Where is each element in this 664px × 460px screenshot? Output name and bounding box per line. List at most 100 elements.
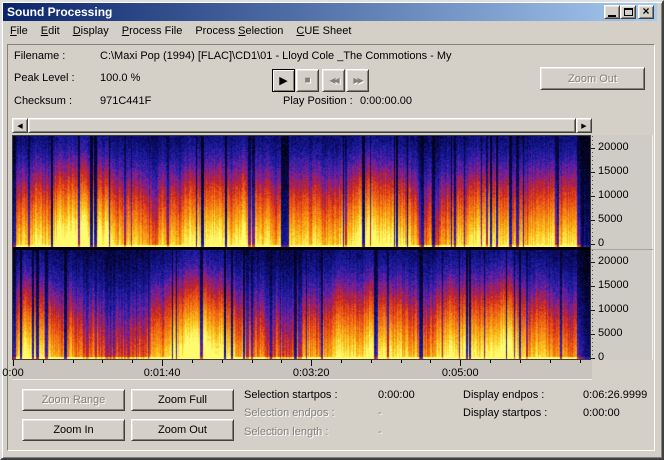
time-tick xyxy=(191,360,193,363)
selection-startpos-value: 0:00:00 xyxy=(378,389,415,401)
window-buttons: × xyxy=(604,5,654,19)
stop-icon: ■ xyxy=(304,75,311,86)
scroll-right-icon: ▶ xyxy=(581,122,587,130)
time-tick xyxy=(281,360,283,363)
zoom-full-button[interactable]: Zoom Full xyxy=(131,389,234,411)
time-tick xyxy=(311,360,313,366)
menu-item-file[interactable]: File xyxy=(10,25,28,37)
freq-axis-separator xyxy=(591,249,653,250)
selection-endpos-label: Selection endpos : xyxy=(244,407,335,419)
spectrogram-channel-2[interactable] xyxy=(13,250,590,359)
time-tick xyxy=(221,360,223,363)
freq-tick-line-ch2 xyxy=(592,250,593,359)
time-tick xyxy=(519,360,521,363)
freq-label-ch1: 5000 xyxy=(598,213,623,225)
menu-bar: File Edit Display Process File Process Selec… xyxy=(3,22,657,40)
spectrogram-box xyxy=(12,135,591,360)
time-label: 0:01:40 xyxy=(143,367,181,379)
fast-forward-icon: ▶▶ xyxy=(353,76,363,85)
h-scrollbar: ◀ ▶ xyxy=(12,118,592,133)
time-tick xyxy=(549,360,551,363)
filename-label: Filename : xyxy=(14,50,66,62)
close-button[interactable]: × xyxy=(638,5,654,19)
time-tick xyxy=(400,360,402,363)
rewind-button[interactable]: ◀◀ xyxy=(322,69,345,92)
time-tick xyxy=(42,360,44,363)
rewind-icon: ◀◀ xyxy=(329,76,339,85)
time-label: 0:05:00 xyxy=(441,367,479,379)
zoom-out-top-label: Zoom Out xyxy=(568,72,617,85)
maximize-icon xyxy=(623,8,633,16)
selection-length-label: Selection length : xyxy=(244,426,329,438)
freq-tick-ch1 xyxy=(591,220,595,221)
time-tick xyxy=(460,360,462,366)
time-tick xyxy=(370,360,372,363)
freq-tick-ch2 xyxy=(591,334,595,335)
time-label: 0:00 xyxy=(2,367,24,379)
menu-item-process-selection[interactable]: Process Selection xyxy=(195,25,283,37)
filename-value: C:\Maxi Pop (1994) [FLAC]\CD1\01 - Lloyd… xyxy=(100,50,452,62)
time-axis: 0:00 0:01:40 0:03:20 0:05:00 xyxy=(2,360,592,380)
freq-label-ch1: 15000 xyxy=(598,165,629,177)
zoom-range-button[interactable]: Zoom Range xyxy=(22,389,125,411)
time-tick xyxy=(72,360,74,363)
zoom-in-label: Zoom In xyxy=(53,424,94,436)
selection-length-value: - xyxy=(378,426,382,438)
play-button[interactable]: ▶ xyxy=(272,69,295,92)
peak-level-value: 100.0 % xyxy=(100,72,141,84)
time-tick xyxy=(579,360,581,363)
time-tick xyxy=(132,360,134,363)
window-title: Sound Processing xyxy=(7,5,113,19)
scroll-right-button[interactable]: ▶ xyxy=(576,118,592,133)
time-label: 0:03:20 xyxy=(292,367,330,379)
freq-tick-ch2 xyxy=(591,310,595,311)
minimize-icon xyxy=(608,14,616,17)
menu-item-edit[interactable]: Edit xyxy=(41,25,60,37)
freq-label-ch2: 5000 xyxy=(598,327,623,339)
peak-level-label: Peak Level : xyxy=(14,72,75,84)
scroll-left-button[interactable]: ◀ xyxy=(12,118,28,133)
freq-tick-ch1 xyxy=(591,172,595,173)
freq-label-ch1: 10000 xyxy=(598,189,629,201)
menu-item-process-file[interactable]: Process File xyxy=(122,25,183,37)
zoom-full-label: Zoom Full xyxy=(158,394,207,406)
freq-label-ch2: 15000 xyxy=(598,279,629,291)
close-icon: × xyxy=(642,4,650,18)
spectrogram-channel-1[interactable] xyxy=(13,136,590,247)
play-position-label: Play Position : xyxy=(283,95,353,107)
selection-startpos-label: Selection startpos : xyxy=(244,389,338,401)
zoom-out-button[interactable]: Zoom Out xyxy=(131,419,234,441)
freq-label-ch2: 0 xyxy=(598,351,605,363)
title-bar[interactable]: Sound Processing × xyxy=(3,3,657,21)
checksum-label: Checksum : xyxy=(14,95,73,107)
freq-label-ch2: 20000 xyxy=(598,255,629,267)
stop-button[interactable]: ■ xyxy=(296,69,319,92)
minimize-button[interactable] xyxy=(604,5,620,19)
freq-tick-ch2 xyxy=(591,358,595,359)
freq-tick-ch1 xyxy=(591,244,595,245)
time-tick xyxy=(102,360,104,363)
freq-tick-ch1 xyxy=(591,148,595,149)
freq-tick-line-ch1 xyxy=(592,136,593,247)
time-tick xyxy=(13,360,14,366)
fast-forward-button[interactable]: ▶▶ xyxy=(346,69,369,92)
menu-item-display[interactable]: Display xyxy=(73,25,109,37)
app-window: Sound Processing × File Edit Display Proces… xyxy=(0,0,664,460)
time-tick xyxy=(341,360,342,363)
time-tick xyxy=(490,360,492,363)
play-position-value: 0:00:00.00 xyxy=(360,95,412,107)
zoom-range-label: Zoom Range xyxy=(41,394,106,406)
display-startpos-value: 0:00:00 xyxy=(583,407,620,419)
scroll-thumb[interactable] xyxy=(28,118,576,133)
selection-endpos-value: - xyxy=(378,407,382,419)
play-icon: ▶ xyxy=(279,75,288,87)
maximize-button[interactable] xyxy=(620,5,636,19)
display-startpos-label: Display startpos : xyxy=(463,407,548,419)
menu-item-cue-sheet[interactable]: CUE Sheet xyxy=(296,25,351,37)
display-endpos-label: Display endpos : xyxy=(463,389,545,401)
checksum-value: 971C441F xyxy=(100,95,152,107)
time-tick xyxy=(251,360,253,363)
zoom-in-button[interactable]: Zoom In xyxy=(22,419,125,441)
zoom-out-top-button[interactable]: Zoom Out xyxy=(540,67,645,90)
freq-label-ch1: 20000 xyxy=(598,141,629,153)
